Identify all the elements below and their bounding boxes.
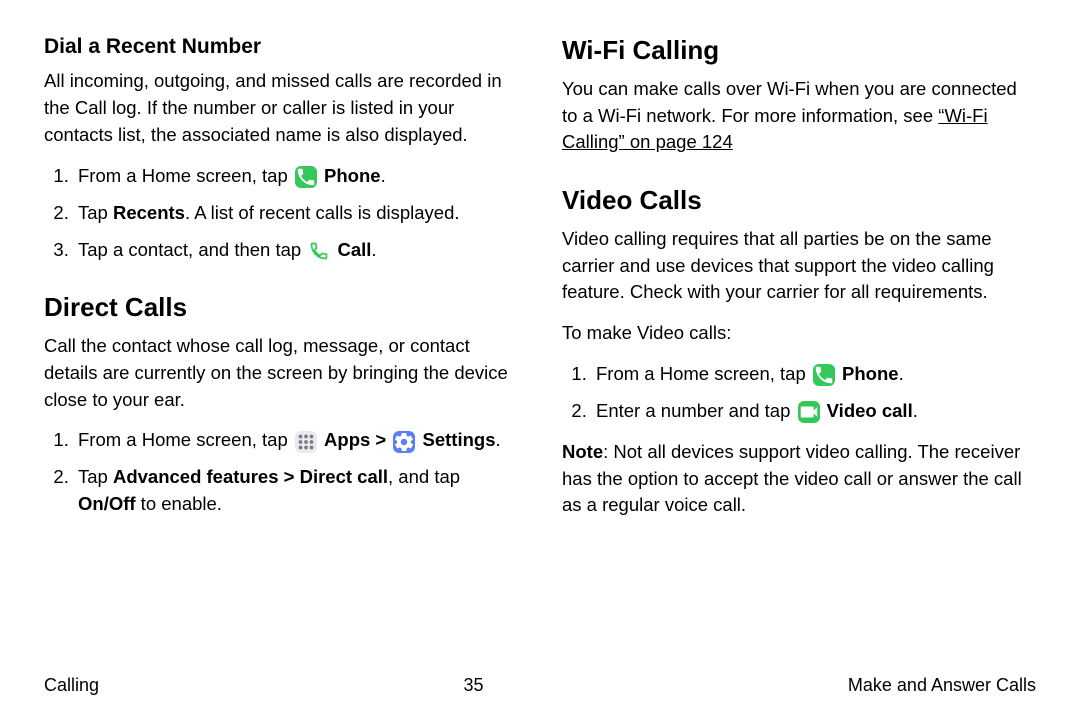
text: . <box>913 400 918 421</box>
steps-dial-recent: From a Home screen, tap Phone. Tap Recen… <box>44 163 518 263</box>
label-call: Call <box>337 239 371 260</box>
video-call-icon <box>798 401 820 423</box>
step-1: From a Home screen, tap Phone. <box>74 163 518 190</box>
text: From a Home screen, tap <box>78 429 293 450</box>
apps-icon <box>295 431 317 453</box>
text: From a Home screen, tap <box>78 165 293 186</box>
settings-icon <box>393 431 415 453</box>
text: Tap a contact, and then tap <box>78 239 306 260</box>
label-apps: Apps <box>324 429 370 450</box>
right-column: Wi-Fi Calling You can make calls over Wi… <box>562 32 1036 665</box>
text: , and tap <box>388 466 460 487</box>
manual-page: Dial a Recent Number All incoming, outgo… <box>0 0 1080 720</box>
label-adv-features: Advanced features > Direct call <box>113 466 388 487</box>
step-2: Tap Advanced features > Direct call, and… <box>74 464 518 518</box>
step-3: Tap a contact, and then tap Call. <box>74 237 518 264</box>
text: Enter a number and tap <box>596 400 796 421</box>
text: Tap <box>78 466 113 487</box>
step-2: Enter a number and tap Video call. <box>592 398 1036 425</box>
heading-dial-recent: Dial a Recent Number <box>44 32 518 62</box>
label-onoff: On/Off <box>78 493 136 514</box>
steps-direct-calls: From a Home screen, tap Apps > Settings.… <box>44 427 518 517</box>
text: Tap <box>78 202 113 223</box>
label-settings: Settings <box>423 429 496 450</box>
text: From a Home screen, tap <box>596 363 811 384</box>
caret-icon: > <box>375 429 391 450</box>
paragraph: To make Video calls: <box>562 320 1036 347</box>
label-note: Note <box>562 441 603 462</box>
step-1: From a Home screen, tap Phone. <box>592 361 1036 388</box>
two-column-layout: Dial a Recent Number All incoming, outgo… <box>44 32 1036 665</box>
phone-icon <box>813 364 835 386</box>
steps-video-calls: From a Home screen, tap Phone. Enter a n… <box>562 361 1036 425</box>
page-footer: Calling 35 Make and Answer Calls <box>44 675 1036 696</box>
call-outline-icon <box>308 240 330 262</box>
text: . <box>371 239 376 260</box>
label-phone: Phone <box>324 165 381 186</box>
label-recents: Recents <box>113 202 185 223</box>
text: . <box>496 429 501 450</box>
paragraph: Call the contact whose call log, message… <box>44 333 518 413</box>
heading-direct-calls: Direct Calls <box>44 289 518 327</box>
text: . <box>381 165 386 186</box>
text: : Not all devices support video calling.… <box>562 441 1022 516</box>
text: . A list of recent calls is displayed. <box>185 202 460 223</box>
text: to enable. <box>136 493 222 514</box>
step-2: Tap Recents. A list of recent calls is d… <box>74 200 518 227</box>
footer-left: Calling <box>44 675 99 696</box>
heading-video-calls: Video Calls <box>562 182 1036 220</box>
footer-page-number: 35 <box>463 675 483 696</box>
note-paragraph: Note: Not all devices support video call… <box>562 439 1036 519</box>
left-column: Dial a Recent Number All incoming, outgo… <box>44 32 518 665</box>
paragraph: You can make calls over Wi-Fi when you a… <box>562 76 1036 156</box>
text: . <box>899 363 904 384</box>
heading-wifi-calling: Wi-Fi Calling <box>562 32 1036 70</box>
paragraph: Video calling requires that all parties … <box>562 226 1036 306</box>
label-video-call: Video call <box>827 400 913 421</box>
label-phone: Phone <box>842 363 899 384</box>
step-1: From a Home screen, tap Apps > Settings. <box>74 427 518 454</box>
phone-icon <box>295 166 317 188</box>
paragraph: All incoming, outgoing, and missed calls… <box>44 68 518 148</box>
footer-right: Make and Answer Calls <box>848 675 1036 696</box>
